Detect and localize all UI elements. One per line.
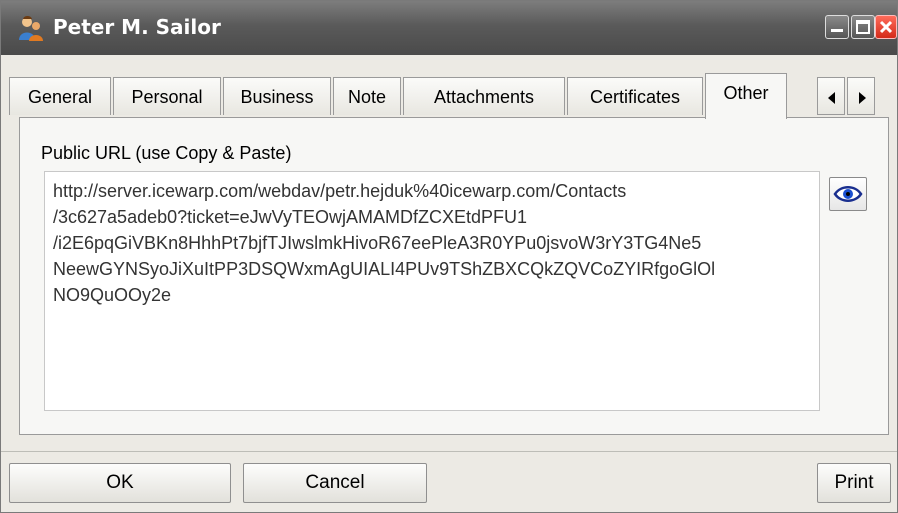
tab-other[interactable]: Other <box>705 73 787 119</box>
url-line: http://server.icewarp.com/webdav/petr.he… <box>53 181 627 201</box>
minimize-icon <box>831 29 843 32</box>
view-url-button[interactable] <box>829 177 867 211</box>
arrow-right-icon <box>859 92 866 104</box>
close-icon <box>879 20 893 34</box>
public-url-label: Public URL (use Copy & Paste) <box>41 143 292 163</box>
tab-control: General Personal Business Note Attachmen… <box>9 73 891 441</box>
close-button[interactable] <box>875 15 897 39</box>
maximize-icon <box>856 20 870 34</box>
tab-attachments[interactable]: Attachments <box>403 77 565 115</box>
tab-scroll-left-button[interactable] <box>817 77 845 115</box>
contact-dialog: Peter M. Sailor General Personal Busines… <box>0 0 898 513</box>
public-url-field[interactable]: http://server.icewarp.com/webdav/petr.he… <box>44 171 820 411</box>
url-line: /3c627a5adeb0?ticket=eJwVyTEOwjAMAMDfZCX… <box>53 207 528 227</box>
ok-button[interactable]: OK <box>9 463 231 503</box>
maximize-button[interactable] <box>851 15 875 39</box>
window-title: Peter M. Sailor <box>53 15 221 39</box>
tab-personal[interactable]: Personal <box>113 77 221 115</box>
divider <box>1 451 897 452</box>
cancel-button[interactable]: Cancel <box>243 463 427 503</box>
arrow-left-icon <box>828 92 835 104</box>
eye-icon <box>833 186 863 202</box>
tab-certificates[interactable]: Certificates <box>567 77 703 115</box>
print-button[interactable]: Print <box>817 463 891 503</box>
tab-business[interactable]: Business <box>223 77 331 115</box>
tab-general[interactable]: General <box>9 77 111 115</box>
tab-scroll-right-button[interactable] <box>847 77 875 115</box>
url-line: NO9QuOOy2e <box>53 285 172 305</box>
contact-person-icon <box>15 13 45 43</box>
url-line: NeewGYNSyoJiXuItPP3DSQWxmAgUIALI4PUv9TSh… <box>53 259 716 279</box>
tab-note[interactable]: Note <box>333 77 401 115</box>
minimize-button[interactable] <box>825 15 849 39</box>
title-bar[interactable]: Peter M. Sailor <box>1 1 897 55</box>
url-line: /i2E6pqGiVBKn8HhhPt7bjfTJIwslmkHivoR67ee… <box>53 233 702 253</box>
